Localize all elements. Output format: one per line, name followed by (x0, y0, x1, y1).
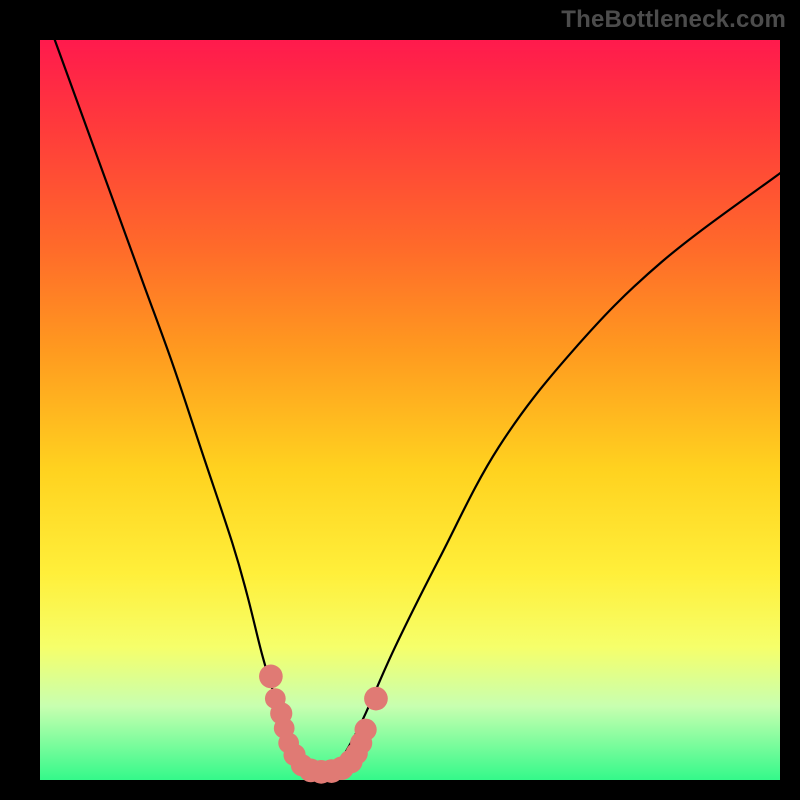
curve-right-branch (318, 173, 781, 772)
guide-dot (364, 687, 388, 711)
chart-outer-frame: TheBottleneck.com (0, 0, 800, 800)
curve-left-branch (55, 40, 318, 773)
chart-plot-area (40, 40, 780, 780)
guide-dot (259, 665, 283, 689)
guide-dot (355, 719, 377, 741)
chart-svg (40, 40, 780, 780)
guide-dot-group (259, 665, 388, 784)
watermark-text: TheBottleneck.com (561, 6, 786, 34)
